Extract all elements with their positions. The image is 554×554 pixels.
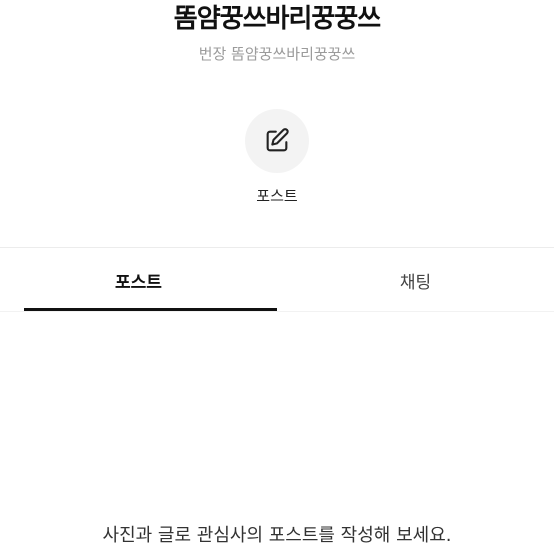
tab-posts[interactable]: 포스트 [0,248,277,312]
tab-chat[interactable]: 채팅 [277,248,554,312]
page-subtitle: 번장 똠얌꿍쓰바리꿍꿍쓰 [198,45,356,63]
edit-icon [263,127,291,155]
write-post-button[interactable] [245,109,309,173]
write-post-label: 포스트 [256,187,298,205]
tab-bar-divider [0,311,554,312]
empty-state-message: 사진과 글로 관심사의 포스트를 작성해 보세요. [102,525,452,546]
page-title: 똠얌꿍쓰바리꿍꿍쓰 [173,4,381,34]
